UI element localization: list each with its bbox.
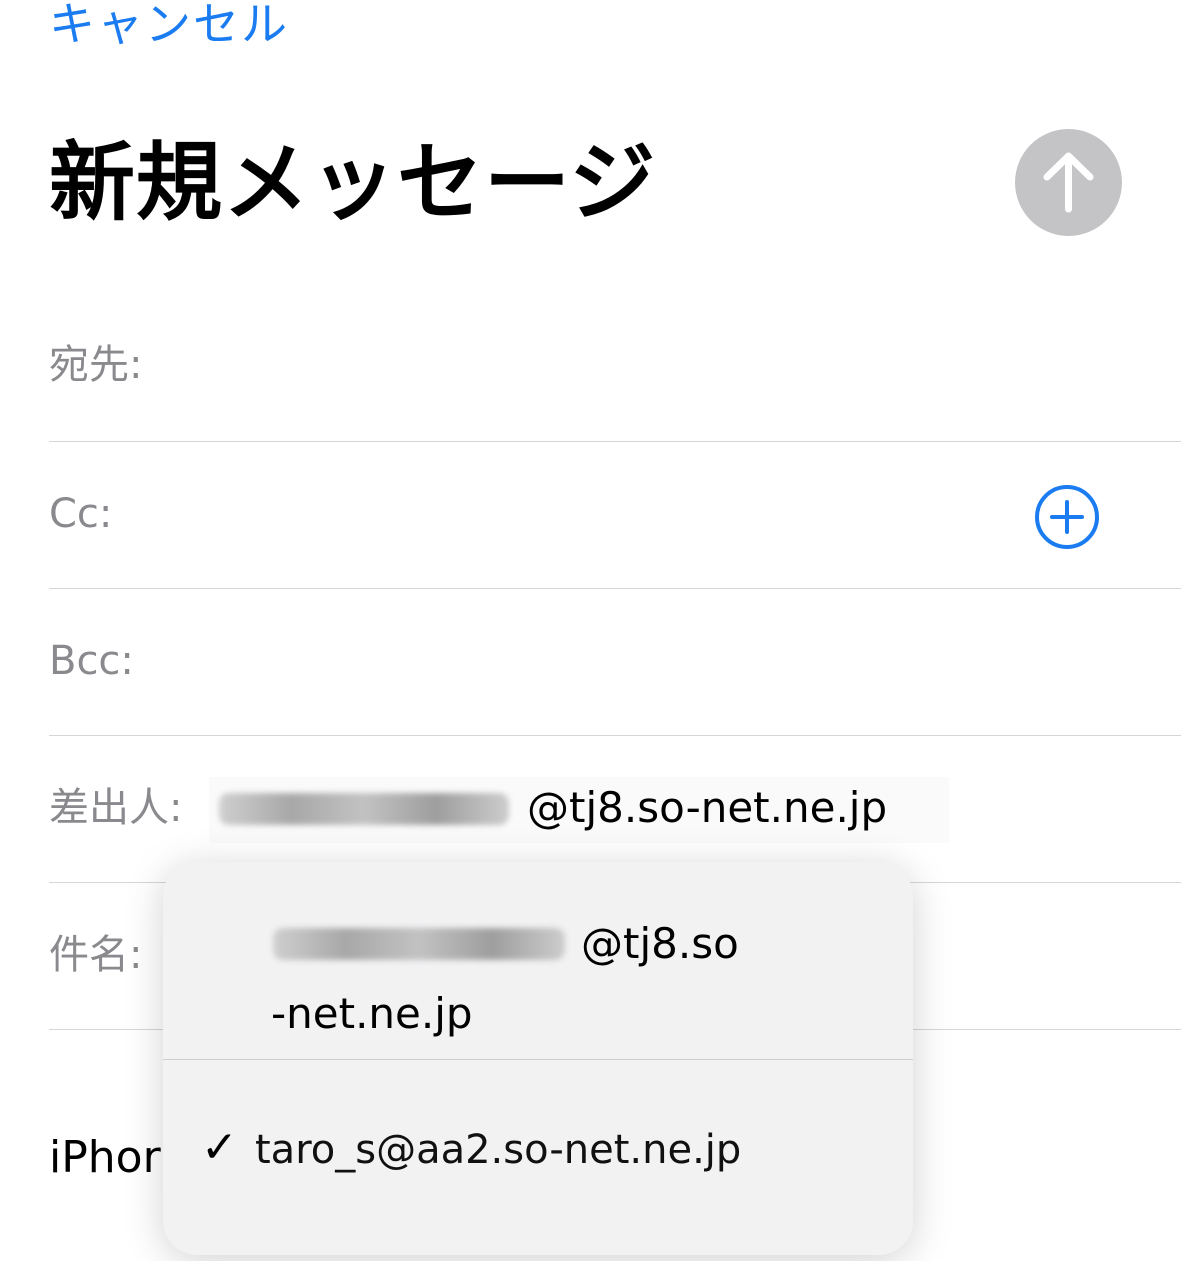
from-label: 差出人: bbox=[49, 785, 183, 831]
plus-circle-icon[interactable] bbox=[1034, 484, 1100, 550]
page-title: 新規メッセージ bbox=[49, 133, 657, 233]
sender-option-1[interactable]: @tj8.so -net.ne.jp bbox=[163, 862, 913, 1060]
bcc-label: Bcc: bbox=[49, 638, 134, 684]
body-signature[interactable]: iPhor bbox=[49, 1128, 161, 1188]
to-row[interactable]: 宛先: bbox=[49, 294, 1181, 442]
arrow-up-icon bbox=[1043, 152, 1094, 213]
option-2-address: taro_s@aa2.so-net.ne.jp bbox=[255, 1127, 742, 1173]
to-label: 宛先: bbox=[49, 342, 143, 388]
cc-row[interactable]: Cc: bbox=[49, 441, 1181, 589]
option-1-domain-cont: -net.ne.jp bbox=[271, 989, 473, 1038]
sender-option-2[interactable]: ✓ taro_s@aa2.so-net.ne.jp bbox=[163, 1060, 913, 1255]
from-domain: @tj8.so-net.ne.jp bbox=[527, 783, 888, 832]
option-1-line1: @tj8.so bbox=[271, 916, 791, 972]
option-1-domain: @tj8.so bbox=[581, 919, 739, 968]
from-value[interactable]: @tj8.so-net.ne.jp bbox=[209, 777, 949, 843]
checkmark-icon: ✓ bbox=[201, 1122, 238, 1173]
from-row[interactable]: 差出人: @tj8.so-net.ne.jp bbox=[49, 735, 1181, 883]
sender-menu: @tj8.so -net.ne.jp ✓ taro_s@aa2.so-net.n… bbox=[163, 862, 913, 1255]
redacted-name bbox=[273, 928, 565, 960]
cancel-button[interactable]: キャンセル bbox=[49, 0, 289, 54]
redacted-name bbox=[219, 793, 509, 825]
send-button[interactable] bbox=[1015, 129, 1122, 236]
bcc-row[interactable]: Bcc: bbox=[49, 588, 1181, 736]
subject-label: 件名: bbox=[49, 932, 143, 978]
cc-label: Cc: bbox=[49, 491, 113, 537]
